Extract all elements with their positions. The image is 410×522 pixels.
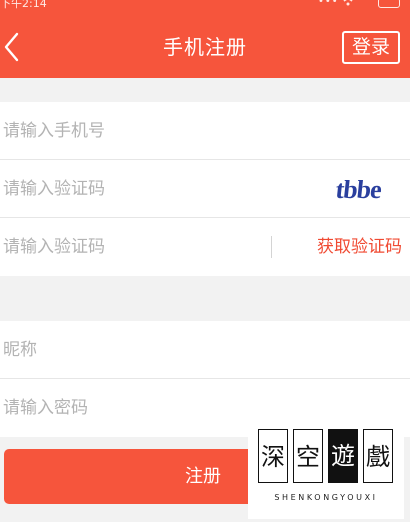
phone-input[interactable] bbox=[3, 102, 283, 159]
status-bar: 下午2:14 ••• bbox=[0, 0, 410, 14]
watermark-char: 空 bbox=[293, 429, 323, 483]
captcha-image[interactable]: tbbe bbox=[334, 173, 386, 205]
nickname-row bbox=[0, 321, 410, 379]
captcha-input[interactable] bbox=[3, 160, 283, 217]
signal-dots-icon: ••• bbox=[318, 0, 339, 7]
sms-code-input[interactable] bbox=[3, 218, 263, 276]
captcha-row: tbbe bbox=[0, 160, 410, 218]
get-code-button[interactable]: 获取验证码 bbox=[317, 218, 402, 276]
sms-code-row: 获取验证码 bbox=[0, 218, 410, 276]
battery-icon bbox=[378, 0, 400, 8]
login-button[interactable]: 登录 bbox=[342, 31, 400, 64]
watermark-logo: 深 空 遊 戲 SHENKONGYOUXI bbox=[248, 423, 404, 519]
password-input[interactable] bbox=[3, 379, 283, 437]
watermark-chars: 深 空 遊 戲 bbox=[256, 429, 396, 483]
field-divider bbox=[271, 236, 272, 258]
wifi-icon bbox=[343, 0, 353, 6]
registration-form-group-1: tbbe 获取验证码 bbox=[0, 102, 410, 276]
registration-form-group-2 bbox=[0, 321, 410, 437]
watermark-char: 遊 bbox=[328, 429, 358, 483]
watermark-text: SHENKONGYOUXI bbox=[274, 493, 378, 502]
watermark-char: 深 bbox=[258, 429, 288, 483]
watermark-char: 戲 bbox=[363, 429, 393, 483]
nickname-input[interactable] bbox=[3, 321, 283, 378]
app-header: 下午2:14 ••• 手机注册 登录 bbox=[0, 0, 410, 78]
phone-row bbox=[0, 102, 410, 160]
captcha-image-text: tbbe bbox=[334, 175, 383, 204]
status-time: 下午2:14 bbox=[0, 0, 47, 10]
